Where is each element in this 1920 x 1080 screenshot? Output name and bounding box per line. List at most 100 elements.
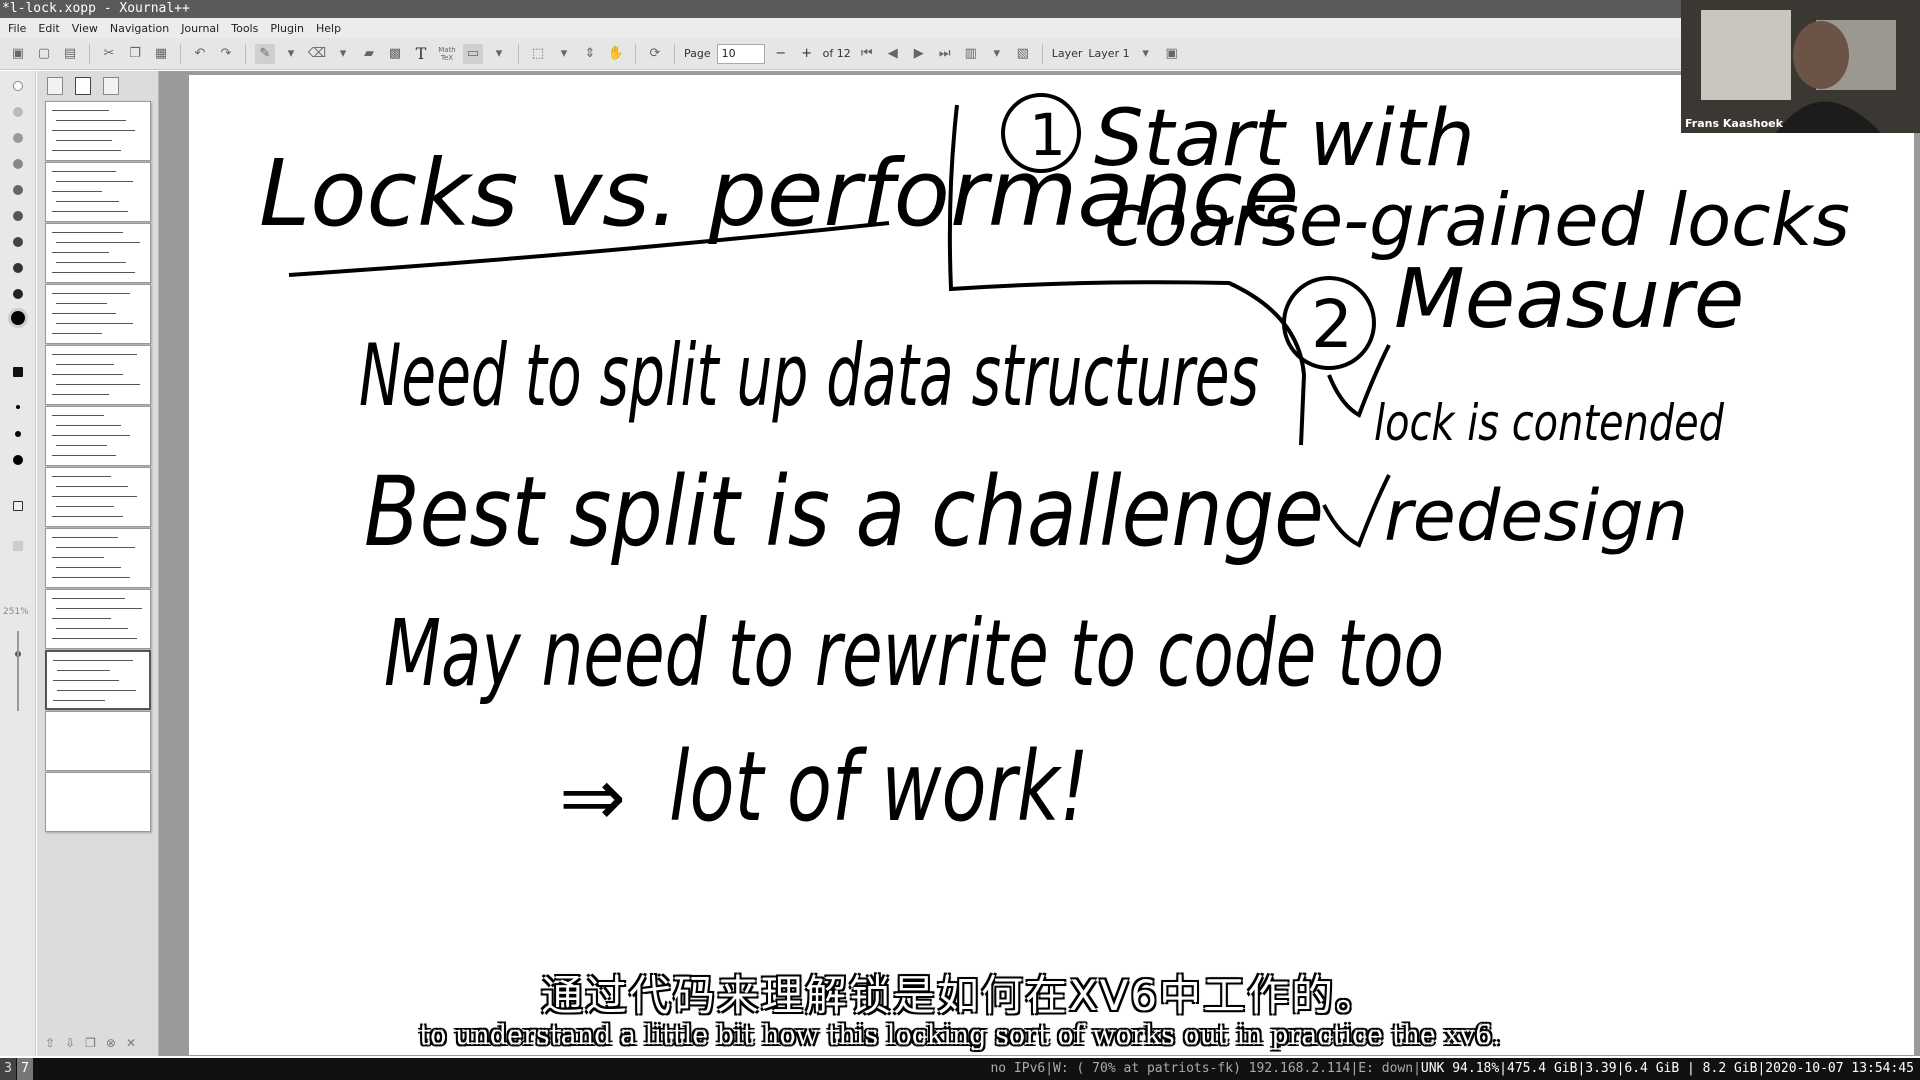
vertical-space-icon[interactable]: ⇕ — [580, 44, 600, 64]
last-page-icon[interactable]: ⏭ — [935, 44, 955, 64]
tab-outline[interactable] — [47, 77, 63, 95]
line-best-split: Best split is a challenge — [364, 456, 1324, 568]
thumbnail-ink-line — [57, 690, 136, 691]
eraser-tool-icon[interactable]: ⌫ — [307, 44, 327, 64]
new-page-icon[interactable]: ▢ — [34, 44, 54, 64]
hand-tool-icon[interactable]: ✋ — [606, 44, 626, 64]
page-thumbnail[interactable] — [45, 650, 151, 710]
network-status: no IPv6|W: ( 70% at patriots-fk) 192.168… — [990, 1061, 1421, 1076]
menu-view[interactable]: View — [72, 22, 98, 35]
color-gray-3-icon[interactable] — [13, 159, 23, 169]
menu-tools[interactable]: Tools — [231, 22, 258, 35]
size-medium-icon[interactable] — [15, 431, 21, 437]
window-title: *l-lock.xopp - Xournal++ — [2, 1, 190, 16]
page-thumbnail[interactable] — [45, 345, 151, 405]
participant-name: Frans Kaashoek — [1685, 117, 1783, 130]
document-canvas[interactable]: Locks vs. performance 1 Start with coars… — [159, 71, 1920, 1056]
first-page-icon[interactable]: ⏮ — [857, 44, 877, 64]
pen-tool-icon[interactable]: ✎ — [255, 43, 275, 64]
select-rect-icon[interactable]: ⬚ — [528, 44, 548, 64]
color-black-selected-icon[interactable] — [11, 311, 25, 325]
thumbnail-ink-line — [56, 425, 121, 426]
pen-options-chevron-icon[interactable]: ▾ — [281, 44, 301, 64]
delete-page-icon[interactable]: ▧ — [1013, 44, 1033, 64]
tab-page-previews[interactable] — [75, 77, 91, 95]
workspace-7[interactable]: 7 — [17, 1058, 33, 1080]
menu-navigation[interactable]: Navigation — [110, 22, 169, 35]
thumbnail-ink-line — [52, 130, 135, 131]
size-thick-icon[interactable] — [13, 455, 23, 465]
copy-icon[interactable]: ❐ — [125, 44, 145, 64]
page-thumbnail[interactable] — [45, 101, 151, 161]
previous-page-icon[interactable]: ◀ — [883, 44, 903, 64]
insert-page-chevron-icon[interactable]: ▾ — [987, 44, 1007, 64]
monitor-icon[interactable] — [13, 501, 23, 511]
tab-layers[interactable] — [103, 77, 119, 95]
page-thumbnail[interactable] — [45, 406, 151, 466]
workspace-3[interactable]: 3 — [0, 1058, 16, 1080]
thumbnail-ink-line — [57, 670, 110, 671]
thumbnail-ink-line — [56, 120, 126, 121]
cut-icon[interactable]: ✂ — [99, 44, 119, 64]
paste-icon[interactable]: ▦ — [151, 44, 171, 64]
open-icon[interactable]: ▤ — [60, 44, 80, 64]
color-gray-6-icon[interactable] — [13, 237, 23, 247]
thumbnail-ink-line — [52, 516, 123, 517]
layer-chevron-icon[interactable]: ▾ — [1136, 44, 1156, 64]
thumbnail-ink-line — [56, 262, 126, 263]
highlight-box-icon[interactable] — [13, 541, 23, 551]
select-options-chevron-icon[interactable]: ▾ — [554, 44, 574, 64]
color-gray-5-icon[interactable] — [13, 211, 23, 221]
thumbnail-ink-line — [53, 700, 105, 701]
tool-palette: 251% — [0, 71, 36, 1056]
menu-edit[interactable]: Edit — [38, 22, 59, 35]
page-increment-button[interactable]: + — [797, 44, 817, 64]
journal-page[interactable]: Locks vs. performance 1 Start with coars… — [189, 75, 1914, 1055]
zoom-slider-track[interactable] — [17, 631, 19, 711]
color-gray-1-icon[interactable] — [13, 107, 23, 117]
menu-plugin[interactable]: Plugin — [270, 22, 304, 35]
save-icon[interactable]: ▣ — [8, 44, 28, 64]
page-thumbnail[interactable] — [45, 711, 151, 771]
thumbnail-ink-line — [56, 486, 128, 487]
menu-help[interactable]: Help — [316, 22, 341, 35]
rotation-snap-icon[interactable]: ⟳ — [645, 44, 665, 64]
thumbnail-ink-line — [56, 608, 142, 609]
page-thumbnail[interactable] — [45, 162, 151, 222]
page-thumbnail[interactable] — [45, 528, 151, 588]
page-number-input[interactable]: 10 — [716, 43, 765, 64]
insert-page-icon[interactable]: ▥ — [961, 44, 981, 64]
redo-icon[interactable]: ↷ — [216, 44, 236, 64]
thumbnail-ink-line — [52, 191, 102, 192]
page-thumbnail[interactable] — [45, 223, 151, 283]
color-gray-4-icon[interactable] — [13, 185, 23, 195]
thumbnail-ink-line — [52, 333, 102, 334]
black-square-icon[interactable] — [13, 367, 23, 377]
color-gray-7-icon[interactable] — [13, 263, 23, 273]
eraser-options-chevron-icon[interactable]: ▾ — [333, 44, 353, 64]
page-thumbnail[interactable] — [45, 589, 151, 649]
undo-icon[interactable]: ↶ — [190, 44, 210, 64]
math-tex-button[interactable]: Math TeX — [437, 44, 457, 64]
toolbar-divider — [180, 43, 181, 64]
fullscreen-icon[interactable]: ▣ — [1162, 44, 1182, 64]
pen-size-very-fine-icon[interactable] — [13, 81, 23, 91]
size-thin-icon[interactable] — [16, 405, 20, 409]
highlighter-tool-icon[interactable]: ▰ — [359, 44, 379, 64]
shape-tool-icon[interactable]: ▭ — [463, 43, 483, 64]
layer-select[interactable]: Layer 1 — [1088, 47, 1129, 60]
page-thumbnail[interactable] — [45, 772, 151, 832]
page-thumbnail[interactable] — [45, 467, 151, 527]
page-decrement-button[interactable]: − — [771, 44, 791, 64]
thumbnail-ink-line — [56, 323, 133, 324]
menu-file[interactable]: File — [8, 22, 26, 35]
menu-journal[interactable]: Journal — [181, 22, 219, 35]
next-page-icon[interactable]: ▶ — [909, 44, 929, 64]
page-thumbnail[interactable] — [45, 284, 151, 344]
image-tool-icon[interactable]: ▩ — [385, 44, 405, 64]
thumbnail-ink-line — [52, 455, 116, 456]
color-dark-icon[interactable] — [13, 289, 23, 299]
text-tool-icon[interactable]: T — [411, 44, 431, 64]
color-gray-2-icon[interactable] — [13, 133, 23, 143]
shape-options-chevron-icon[interactable]: ▾ — [489, 44, 509, 64]
